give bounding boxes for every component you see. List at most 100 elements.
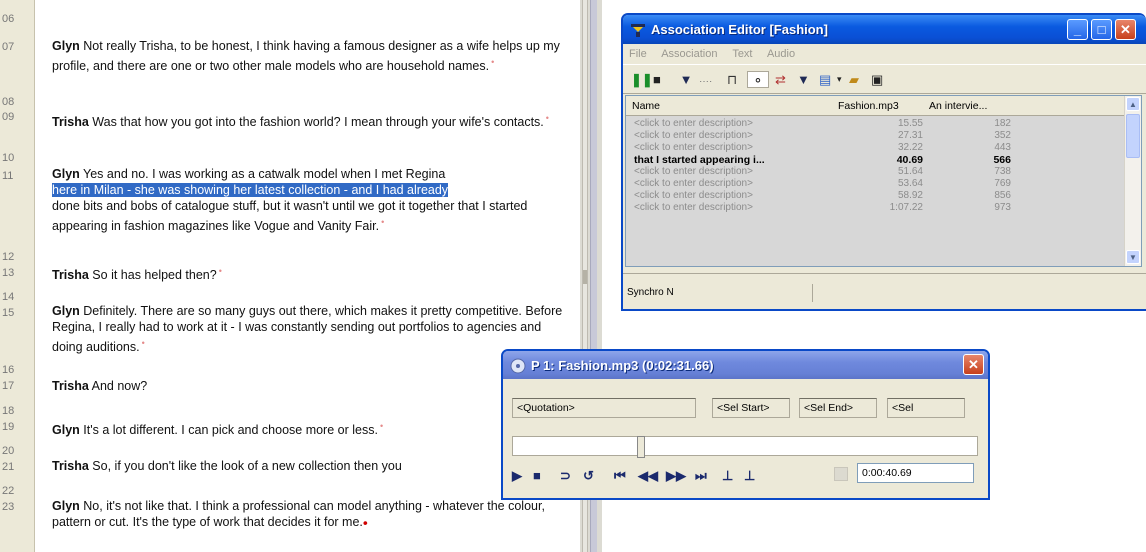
association-table[interactable]: Name Fashion.mp3 An intervie... <click t… [625,95,1142,267]
quotation-marker-active[interactable]: • [363,515,368,531]
audio-player-window[interactable]: P 1: Fashion.mp3 (0:02:31.66) ✕ <Quotati… [501,349,990,500]
skip-end-icon[interactable]: ⏭ [695,467,707,485]
speaker-name: Trisha [52,459,89,473]
line-number: 18 [2,405,15,417]
quotation-marker[interactable]: • [219,266,222,276]
paragraph-text: No, it's not like that. I think a profes… [52,499,545,529]
chevron-down-icon[interactable]: ▾ [837,71,842,88]
close-button[interactable]: ✕ [1115,19,1136,40]
column-header-name[interactable]: Name [632,100,660,112]
paragraph-glyn[interactable]: Glyn Definitely. There are so many guys … [52,303,572,355]
save-icon[interactable]: ▣ [871,71,883,88]
table-row[interactable]: <click to enter description> 1:07.22 973 [626,202,1141,214]
association-icon[interactable]: ▼ [675,71,697,88]
associate-toggle-icon[interactable]: ⚬ [747,71,769,88]
set-start-icon[interactable]: ⊥ [722,467,733,485]
table-row[interactable]: <click to enter description> 27.31 352 [626,130,1141,142]
sel-start-field[interactable]: <Sel Start> [712,398,790,418]
scroll-down-icon[interactable]: ▼ [1126,250,1140,264]
menu-text[interactable]: Text [732,48,752,60]
row-position: 352 [994,130,1011,141]
menu-association[interactable]: Association [661,48,717,60]
table-row[interactable]: <click to enter description> 51.64 738 [626,166,1141,178]
quotation-marker[interactable]: • [491,57,494,67]
line-number: 23 [2,501,15,513]
paragraph-trisha[interactable]: Trisha Was that how you got into the fas… [52,110,572,130]
scroll-up-icon[interactable]: ▲ [1126,97,1140,111]
speaker-name: Glyn [52,499,80,513]
paragraph-trisha[interactable]: Trisha And now? [52,378,572,394]
line-number: 13 [2,267,15,279]
splitter-grip[interactable] [583,270,587,284]
paragraph-glyn[interactable]: Glyn No, it's not like that. I think a p… [52,498,572,530]
paragraph-glyn[interactable]: Glyn It's a lot different. I can pick an… [52,418,572,438]
loop-icon[interactable]: ⊃ [560,467,571,485]
menu-audio[interactable]: Audio [767,48,795,60]
stop-icon[interactable]: ■ [533,467,541,485]
row-position: 973 [994,202,1011,213]
table-row[interactable]: <click to enter description> 58.92 856 [626,190,1141,202]
sel-length-field[interactable]: <Sel [887,398,965,418]
rewind-mark-icon[interactable]: ↺ [583,467,594,485]
split-icon[interactable]: ‥‥ [699,71,712,88]
selected-text[interactable]: here in Milan - she was showing her late… [52,183,449,197]
line-number: 15 [2,307,15,319]
paragraph-text: So, if you don't like the look of a new … [88,459,402,473]
column-header-text[interactable]: An intervie... [929,100,987,112]
speaker-name: Trisha [52,268,89,283]
maximize-button[interactable]: □ [1091,19,1112,40]
quotation-marker[interactable]: • [546,113,549,123]
association-editor-window[interactable]: Association Editor [Fashion] _ □ ✕ File … [621,13,1146,311]
row-time: 51.64 [897,166,923,177]
line-number: 11 [2,170,14,182]
transcript-document[interactable]: 06 07 08 09 10 11 12 13 14 15 16 17 18 1… [0,0,580,552]
pause-icon[interactable]: ❚❚ [631,71,653,88]
paragraph-trisha[interactable]: Trisha So it has helped then? • [52,263,572,283]
close-button[interactable]: ✕ [963,354,984,375]
titlebar[interactable]: Association Editor [Fashion] _ □ ✕ [623,15,1146,44]
row-position: 738 [994,166,1011,177]
fast-forward-icon[interactable]: ▶▶ [666,467,686,485]
vertical-scrollbar[interactable]: ▲ ▼ [1124,96,1141,266]
play-icon[interactable]: ▶ [512,467,522,485]
skip-start-icon[interactable]: ⏮ [614,467,626,485]
position-slider[interactable] [512,436,978,458]
table-row[interactable]: <click to enter description> 53.64 769 [626,178,1141,190]
open-folder-icon[interactable]: ▰ [849,71,859,88]
fast-rewind-icon[interactable]: ◀◀ [638,467,658,485]
media-icon [510,358,526,374]
filter-icon[interactable]: ▼ [797,71,810,88]
quotation-marker[interactable]: • [380,421,383,431]
view-icon[interactable]: ▤ [819,71,831,88]
column-header-audio[interactable]: Fashion.mp3 [838,100,899,112]
paragraph-glyn[interactable]: Glyn Not really Trisha, to be honest, I … [52,38,572,74]
titlebar[interactable]: P 1: Fashion.mp3 (0:02:31.66) ✕ [503,351,988,379]
minimize-button[interactable]: _ [1067,19,1088,40]
line-number: 09 [2,111,15,123]
paragraph-text: Definitely. There are so many guys out t… [52,304,563,355]
paragraph-text: So it has helped then? [88,268,217,283]
scroll-thumb[interactable] [1126,114,1140,158]
toolbar: ❚❚ ■ ▼ ‥‥ ⊓ ⚬ ⇄ ▼ ▤ ▾ ▰ ▣ [623,64,1146,94]
quotation-marker[interactable]: • [381,217,384,227]
row-position: 769 [994,178,1011,189]
sel-end-field[interactable]: <Sel End> [799,398,877,418]
paragraph-trisha[interactable]: Trisha So, if you don't like the look of… [52,458,572,474]
stop-icon[interactable]: ■ [653,71,661,88]
slider-thumb[interactable] [637,436,645,458]
quotation-marker[interactable]: • [142,338,145,348]
exchange-icon[interactable]: ⇄ [775,71,786,88]
set-end-icon[interactable]: ⊥ [744,467,755,485]
status-synchro: Synchro N [627,284,813,302]
status-panel [814,284,1124,302]
paragraph-glyn[interactable]: Glyn Yes and no. I was working as a catw… [52,166,572,234]
table-row[interactable]: <click to enter description> 32.22 443 [626,142,1141,154]
time-display[interactable]: 0:00:40.69 [857,463,974,483]
table-row-selected[interactable]: that I started appearing i... 40.69 566 [626,154,1141,166]
link-icon[interactable]: ⊓ [727,71,737,88]
row-name: <click to enter description> [634,166,753,177]
row-position: 182 [994,118,1011,129]
quotation-field[interactable]: <Quotation> [512,398,696,418]
table-row[interactable]: <click to enter description> 15.55 182 [626,118,1141,130]
menu-file[interactable]: File [629,48,647,60]
